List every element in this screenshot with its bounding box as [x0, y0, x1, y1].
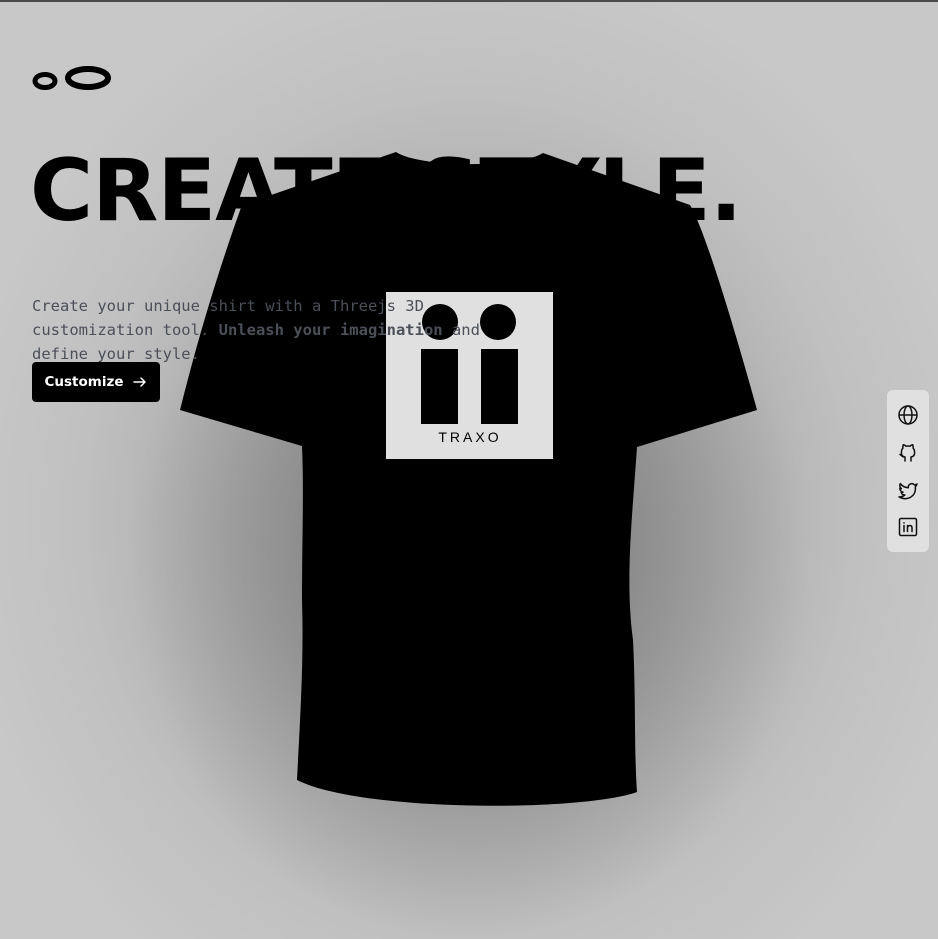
customize-button-label: Customize: [44, 374, 124, 390]
github-icon[interactable]: [897, 441, 919, 463]
arrow-right-icon: [132, 377, 146, 387]
twitter-icon[interactable]: [897, 479, 919, 501]
social-links-panel: [887, 390, 929, 552]
customize-button[interactable]: Customize: [32, 362, 160, 402]
linkedin-icon[interactable]: [897, 516, 919, 538]
window-top-border: [0, 0, 938, 2]
site-logo[interactable]: [32, 66, 112, 90]
subtitle-emphasis: Unleash your imagination: [218, 321, 443, 339]
hero-subtitle: Create your unique shirt with a Threejs …: [32, 294, 492, 366]
hero-headline: CREATE STYLE.: [30, 141, 742, 241]
tshirt-body: [180, 152, 757, 806]
decal-text: TRAXO: [438, 429, 501, 445]
globe-icon[interactable]: [897, 404, 919, 426]
